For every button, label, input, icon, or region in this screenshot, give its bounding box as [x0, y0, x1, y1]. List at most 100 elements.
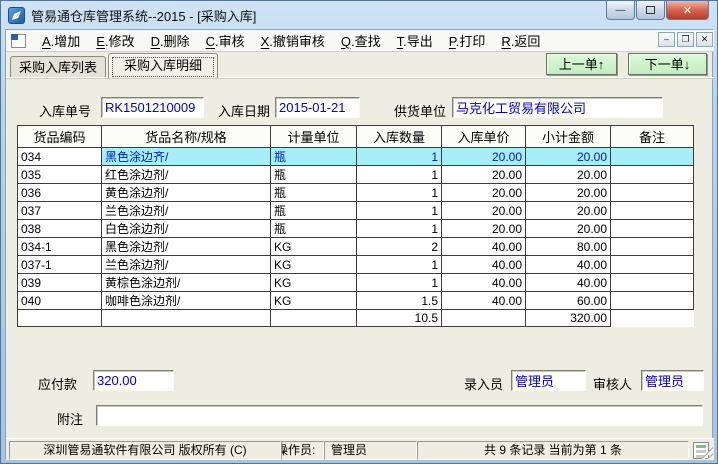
table-cell[interactable]: 20.00 — [442, 220, 526, 238]
next-order-button[interactable]: 下一单↓ — [628, 53, 707, 75]
table-cell[interactable] — [611, 202, 694, 220]
column-header[interactable]: 货品编码 — [18, 126, 102, 148]
supplier-field[interactable] — [452, 97, 663, 118]
order-no-field[interactable] — [101, 97, 204, 118]
table-cell[interactable]: 兰色涂边剂/ — [102, 256, 271, 274]
table-cell[interactable]: 1 — [357, 184, 442, 202]
table-cell[interactable]: 1 — [357, 148, 442, 166]
table-cell[interactable]: 黄棕色涂边剂/ — [102, 274, 271, 292]
table-cell[interactable]: 20.00 — [526, 166, 611, 184]
date-field[interactable] — [275, 97, 360, 118]
table-cell[interactable] — [611, 292, 694, 310]
totals-cell — [611, 310, 694, 327]
table-cell[interactable]: 036 — [18, 184, 102, 202]
table-cell[interactable]: 1 — [357, 202, 442, 220]
table-cell[interactable]: 1.5 — [357, 292, 442, 310]
mdi-restore-button[interactable]: ❐ — [677, 32, 694, 47]
table-cell[interactable] — [611, 274, 694, 292]
table-cell[interactable]: KG — [271, 274, 357, 292]
table-cell[interactable] — [611, 166, 694, 184]
menu-item[interactable]: E.修改 — [88, 32, 142, 51]
table-cell[interactable]: KG — [271, 256, 357, 274]
table-cell[interactable]: 037 — [18, 202, 102, 220]
table-cell[interactable]: 20.00 — [526, 220, 611, 238]
table-cell[interactable]: 040 — [18, 292, 102, 310]
table-cell[interactable]: 20.00 — [442, 166, 526, 184]
menu-item[interactable]: R.返回 — [493, 32, 548, 51]
column-header[interactable]: 小计金额 — [526, 126, 611, 148]
table-cell[interactable]: 黄色涂边剂/ — [102, 184, 271, 202]
table-cell[interactable]: 20.00 — [526, 184, 611, 202]
table-cell[interactable]: 20.00 — [442, 148, 526, 166]
column-header[interactable]: 货品名称/规格 — [102, 126, 271, 148]
menu-item[interactable]: Q.查找 — [333, 32, 389, 51]
resize-grip-icon[interactable] — [701, 447, 713, 459]
menu-item[interactable]: A.增加 — [34, 32, 88, 51]
table-cell[interactable]: 瓶 — [271, 148, 357, 166]
table-cell[interactable]: KG — [271, 238, 357, 256]
table-cell[interactable]: 20.00 — [442, 202, 526, 220]
title-bar[interactable]: 管易通仓库管理系统--2015 - [采购入库] — ✕ — [1, 1, 717, 29]
table-cell[interactable]: 40.00 — [526, 256, 611, 274]
table-cell[interactable]: 1 — [357, 220, 442, 238]
table-cell[interactable]: 60.00 — [526, 292, 611, 310]
table-cell[interactable]: 黑色涂边齐/ — [102, 148, 271, 166]
note-field[interactable] — [96, 405, 703, 426]
table-cell[interactable]: 红色涂边剂/ — [102, 166, 271, 184]
table-cell[interactable]: 瓶 — [271, 202, 357, 220]
menu-item[interactable]: P.打印 — [441, 32, 494, 51]
table-cell[interactable] — [611, 256, 694, 274]
tab-detail[interactable]: 采购入库明细 — [108, 53, 218, 78]
table-cell[interactable]: 20.00 — [526, 202, 611, 220]
note-label: 附注 — [57, 409, 83, 428]
table-cell[interactable]: 80.00 — [526, 238, 611, 256]
menu-item[interactable]: C.审核 — [198, 32, 253, 51]
table-cell[interactable]: 40.00 — [442, 292, 526, 310]
reviewer-field[interactable] — [641, 370, 704, 391]
entry-clerk-field[interactable] — [511, 370, 586, 391]
table-cell[interactable]: 034 — [18, 148, 102, 166]
table-cell[interactable] — [611, 184, 694, 202]
column-header[interactable]: 入库单价 — [442, 126, 526, 148]
payable-field[interactable] — [93, 370, 174, 391]
table-cell[interactable] — [611, 148, 694, 166]
table-cell[interactable]: 咖啡色涂边剂/ — [102, 292, 271, 310]
table-cell[interactable]: 039 — [18, 274, 102, 292]
column-header[interactable]: 计量单位 — [271, 126, 357, 148]
menu-item[interactable]: T.导出 — [389, 32, 441, 51]
table-cell[interactable]: 瓶 — [271, 220, 357, 238]
table-cell[interactable] — [611, 220, 694, 238]
table-cell[interactable]: 瓶 — [271, 166, 357, 184]
table-cell[interactable]: 037-1 — [18, 256, 102, 274]
column-header[interactable]: 备注 — [611, 126, 694, 148]
maximize-button[interactable] — [636, 1, 665, 20]
table-cell[interactable]: 1 — [357, 166, 442, 184]
table-cell[interactable]: 白色涂边剂/ — [102, 220, 271, 238]
table-cell[interactable]: 1 — [357, 256, 442, 274]
menu-item[interactable]: D.删除 — [143, 32, 198, 51]
table-cell[interactable]: 20.00 — [442, 184, 526, 202]
table-cell[interactable]: 瓶 — [271, 184, 357, 202]
table-cell[interactable]: 2 — [357, 238, 442, 256]
table-cell[interactable]: 038 — [18, 220, 102, 238]
table-cell[interactable]: 035 — [18, 166, 102, 184]
minimize-button[interactable]: — — [606, 1, 635, 20]
table-cell[interactable]: 034-1 — [18, 238, 102, 256]
previous-order-button[interactable]: 上一单↑ — [546, 53, 617, 75]
table-cell[interactable]: 1 — [357, 274, 442, 292]
tab-list[interactable]: 采购入库列表 — [10, 56, 106, 77]
table-cell[interactable]: 20.00 — [526, 148, 611, 166]
table-cell[interactable]: 40.00 — [442, 256, 526, 274]
table-cell[interactable]: 40.00 — [526, 274, 611, 292]
mdi-close-button[interactable]: ✕ — [696, 32, 713, 47]
table-cell[interactable]: 黑色涂边剂/ — [102, 238, 271, 256]
table-cell[interactable]: KG — [271, 292, 357, 310]
table-cell[interactable] — [611, 238, 694, 256]
column-header[interactable]: 入库数量 — [357, 126, 442, 148]
table-cell[interactable]: 40.00 — [442, 238, 526, 256]
mdi-minimize-button[interactable]: – — [658, 32, 675, 47]
menu-item[interactable]: X.撤销审核 — [253, 32, 333, 51]
table-cell[interactable]: 40.00 — [442, 274, 526, 292]
table-cell[interactable]: 兰色涂边剂/ — [102, 202, 271, 220]
close-button[interactable]: ✕ — [666, 1, 709, 20]
